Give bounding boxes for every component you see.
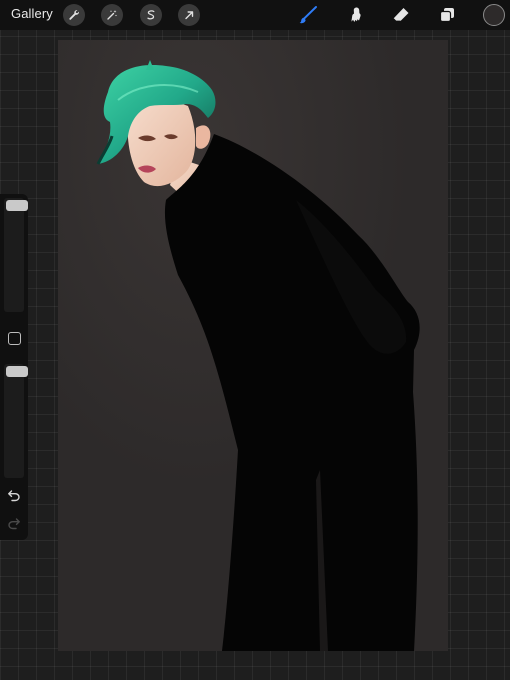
modify-button[interactable] [8, 332, 21, 345]
top-toolbar: Gallery [0, 0, 510, 30]
brush-size-slider[interactable] [4, 198, 28, 312]
gallery-button[interactable]: Gallery [11, 6, 53, 21]
procreate-workspace: Gallery [0, 0, 510, 680]
brush-icon[interactable] [296, 4, 320, 26]
magic-wand-icon[interactable] [101, 4, 123, 26]
artwork-figure [58, 40, 448, 651]
opacity-thumb[interactable] [6, 366, 28, 377]
wrench-icon[interactable] [63, 4, 85, 26]
undo-icon[interactable] [7, 488, 21, 502]
layers-icon[interactable] [435, 4, 459, 26]
transform-arrow-icon[interactable] [178, 4, 200, 26]
eraser-icon[interactable] [389, 4, 413, 26]
color-picker-swatch[interactable] [483, 4, 505, 26]
smudge-icon[interactable] [342, 4, 366, 26]
redo-icon[interactable] [7, 516, 21, 530]
drawing-canvas[interactable] [58, 40, 448, 651]
left-sidebar [0, 194, 28, 540]
brush-size-thumb[interactable] [6, 200, 28, 211]
opacity-slider[interactable] [4, 364, 28, 478]
selection-icon[interactable] [140, 4, 162, 26]
